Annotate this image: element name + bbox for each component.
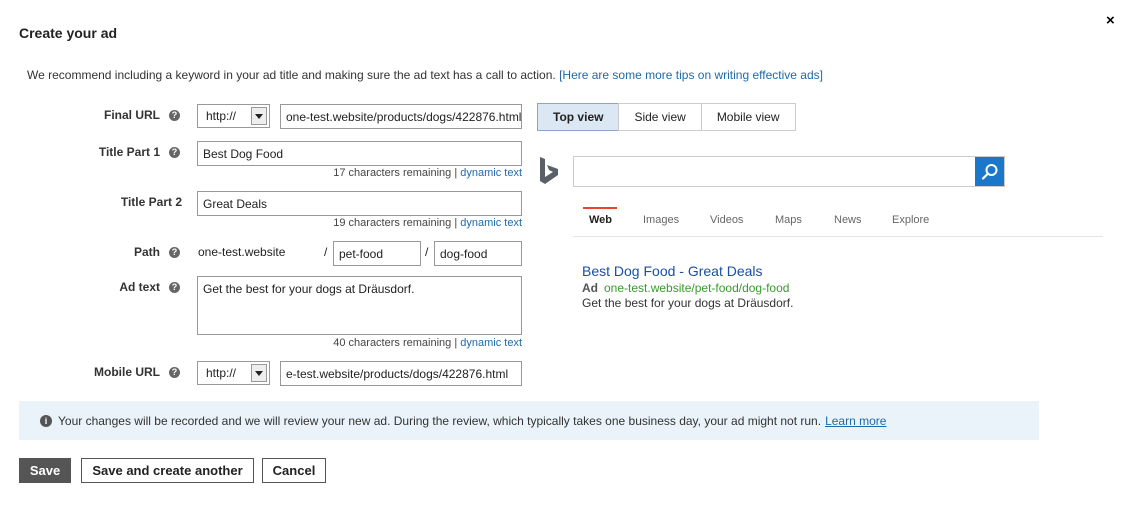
ad-label: Ad — [582, 281, 598, 295]
path-help-icon[interactable]: ? — [169, 247, 180, 258]
mobile-url-protocol-value: http:// — [206, 366, 237, 380]
title-part2-remaining: 19 characters remaining | dynamic text — [197, 217, 522, 229]
bing-logo-icon — [540, 157, 558, 184]
active-tab-indicator — [583, 207, 617, 209]
save-button[interactable]: Save — [19, 458, 71, 483]
title-part1-remaining-text: 17 characters remaining — [333, 167, 452, 179]
separator: | — [451, 337, 461, 349]
separator: | — [451, 167, 461, 179]
ad-text-help-icon[interactable]: ? — [169, 282, 180, 293]
title-part1-label: Title Part 1 — [98, 145, 160, 159]
info-icon: i — [40, 414, 52, 427]
preview-tabs: Top view Side view Mobile view — [537, 103, 796, 131]
save-and-create-another-button[interactable]: Save and create another — [81, 458, 254, 483]
tips-link[interactable]: [Here are some more tips on writing effe… — [559, 68, 823, 82]
path-label: Path — [133, 245, 160, 259]
ad-preview-title: Best Dog Food - Great Deals — [582, 263, 763, 279]
ad-text-remaining: 40 characters remaining | dynamic text — [197, 337, 522, 349]
title-part1-input[interactable]: Best Dog Food — [197, 141, 522, 166]
ad-text-dynamic-text-link[interactable]: dynamic text — [460, 337, 522, 349]
final-url-protocol-select[interactable]: http:// — [197, 104, 270, 128]
path2-input[interactable]: dog-food — [434, 241, 522, 266]
ad-text-textarea[interactable]: Get the best for your dogs at Dräusdorf. — [197, 276, 522, 335]
title-part1-remaining: 17 characters remaining | dynamic text — [197, 167, 522, 179]
tab-mobile-view[interactable]: Mobile view — [700, 103, 796, 131]
final-url-label: Final URL — [104, 108, 160, 122]
ad-preview-description: Get the best for your dogs at Dräusdorf. — [582, 296, 794, 310]
final-url-input[interactable]: one-test.website/products/dogs/422876.ht… — [280, 104, 522, 129]
search-tabs-divider — [573, 236, 1103, 237]
mobile-url-protocol-select[interactable]: http:// — [197, 361, 270, 385]
dialog-title: Create your ad — [19, 25, 118, 41]
tab-side-view[interactable]: Side view — [618, 103, 702, 131]
mobile-url-input[interactable]: e-test.website/products/dogs/422876.html — [280, 361, 522, 386]
path-domain: one-test.website — [198, 245, 286, 259]
mobile-url-label: Mobile URL — [94, 365, 160, 379]
final-url-protocol-value: http:// — [206, 109, 237, 123]
ad-text-label: Ad text — [119, 280, 160, 294]
title-part2-dynamic-text-link[interactable]: dynamic text — [460, 217, 522, 229]
separator: | — [451, 217, 461, 229]
title-part1-dynamic-text-link[interactable]: dynamic text — [460, 167, 522, 179]
mobile-url-help-icon[interactable]: ? — [169, 367, 180, 378]
cancel-button[interactable]: Cancel — [262, 458, 326, 483]
path1-input[interactable]: pet-food — [333, 241, 421, 266]
ad-display-url: one-test.website/pet-food/dog-food — [604, 281, 790, 295]
search-tab-explore: Explore — [892, 214, 930, 226]
search-tab-web: Web — [589, 214, 613, 226]
search-tab-maps: Maps — [775, 214, 802, 226]
ad-preview-url: Ad one-test.website/pet-food/dog-food — [582, 281, 789, 295]
notice-text: Your changes will be recorded and we wil… — [58, 413, 822, 428]
title-part1-help-icon[interactable]: ? — [169, 147, 180, 158]
title-part2-input[interactable]: Great Deals — [197, 191, 522, 216]
review-notice: i Your changes will be recorded and we w… — [19, 401, 1039, 440]
title-part2-label: Title Part 2 — [120, 195, 182, 209]
preview-search-box — [573, 156, 1005, 187]
ad-text-remaining-text: 40 characters remaining — [333, 337, 452, 349]
search-tab-news: News — [834, 214, 862, 226]
chevron-down-icon — [251, 364, 267, 382]
learn-more-link[interactable]: Learn more — [825, 414, 886, 428]
chevron-down-icon — [251, 107, 267, 125]
tab-top-view[interactable]: Top view — [537, 103, 620, 131]
search-tab-videos: Videos — [710, 214, 744, 226]
final-url-help-icon[interactable]: ? — [169, 110, 180, 121]
search-button — [975, 157, 1004, 186]
intro-message: We recommend including a keyword in your… — [27, 68, 556, 82]
close-icon[interactable]: × — [1106, 12, 1115, 29]
search-tab-images: Images — [643, 214, 680, 226]
path-slash-2: / — [425, 245, 429, 259]
path-slash-1: / — [324, 245, 328, 259]
search-icon — [981, 163, 997, 180]
title-part2-remaining-text: 19 characters remaining — [333, 217, 452, 229]
intro-text: We recommend including a keyword in your… — [27, 68, 823, 82]
